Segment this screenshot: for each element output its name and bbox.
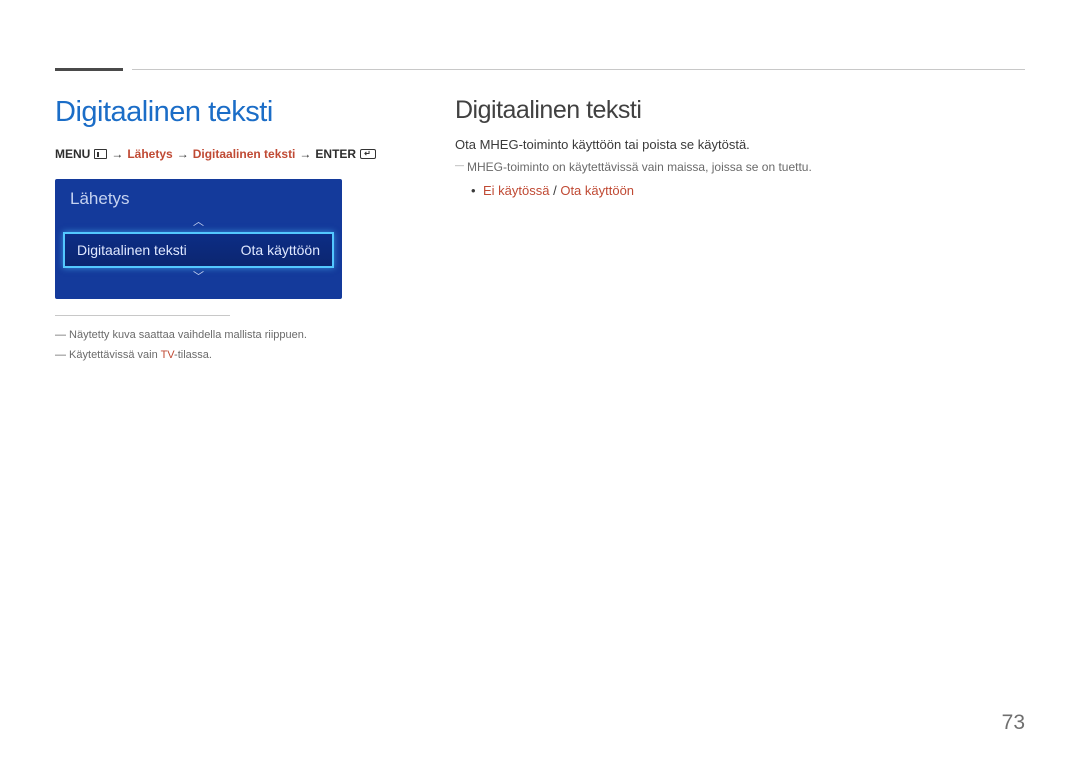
page-number: 73 [1002, 711, 1025, 735]
header-rule-bold [55, 68, 123, 71]
osd-row-value: Ota käyttöön [241, 242, 320, 258]
arrow-icon: → [177, 147, 189, 161]
enter-icon [360, 149, 376, 159]
osd-row-label: Digitaalinen teksti [77, 242, 187, 258]
breadcrumb-enter-label: ENTER [315, 147, 356, 161]
option-bullet: Ei käytössä / Ota käyttöön [455, 183, 1020, 198]
header-rule [132, 69, 1025, 70]
arrow-icon: → [299, 147, 311, 161]
option-off: Ei käytössä [483, 183, 549, 198]
arrow-icon: → [111, 147, 123, 161]
footnote-2-suffix: -tilassa. [174, 349, 212, 361]
right-column: Digitaalinen teksti Ota MHEG-toiminto kä… [455, 96, 1020, 198]
breadcrumb-step-2: Digitaalinen teksti [193, 147, 296, 161]
breadcrumb-menu-label: MENU [55, 147, 90, 161]
option-on: Ota käyttöön [560, 183, 634, 198]
section-title-right: Digitaalinen teksti [455, 96, 1020, 125]
chevron-down-icon[interactable]: ﹀ [55, 270, 342, 285]
footnote-2-accent: TV [161, 349, 174, 361]
left-column: Digitaalinen teksti MENU → Lähetys → Dig… [55, 96, 395, 366]
footnote-2: ― Käytettävissä vain TV-tilassa. [55, 346, 395, 366]
page-title-left: Digitaalinen teksti [55, 96, 395, 129]
osd-spacer [55, 285, 342, 299]
section-subnote: MHEG-toiminto on käytettävissä vain mais… [455, 158, 1020, 177]
breadcrumb-step-1: Lähetys [127, 147, 172, 161]
chevron-up-icon[interactable]: ︿ [55, 215, 342, 230]
breadcrumb: MENU → Lähetys → Digitaalinen teksti → E… [55, 147, 395, 161]
menu-icon [94, 149, 107, 159]
osd-selected-row[interactable]: Digitaalinen teksti Ota käyttöön [63, 232, 334, 268]
option-separator: / [549, 183, 560, 198]
footnote-divider [55, 315, 230, 316]
osd-header: Lähetys [55, 179, 342, 215]
footnote-2-prefix: ― Käytettävissä vain [55, 349, 161, 361]
section-description: Ota MHEG-toiminto käyttöön tai poista se… [455, 135, 1020, 156]
osd-panel: Lähetys ︿ Digitaalinen teksti Ota käyttö… [55, 179, 342, 299]
footnote-1: ― Näytetty kuva saattaa vaihdella mallis… [55, 326, 395, 346]
